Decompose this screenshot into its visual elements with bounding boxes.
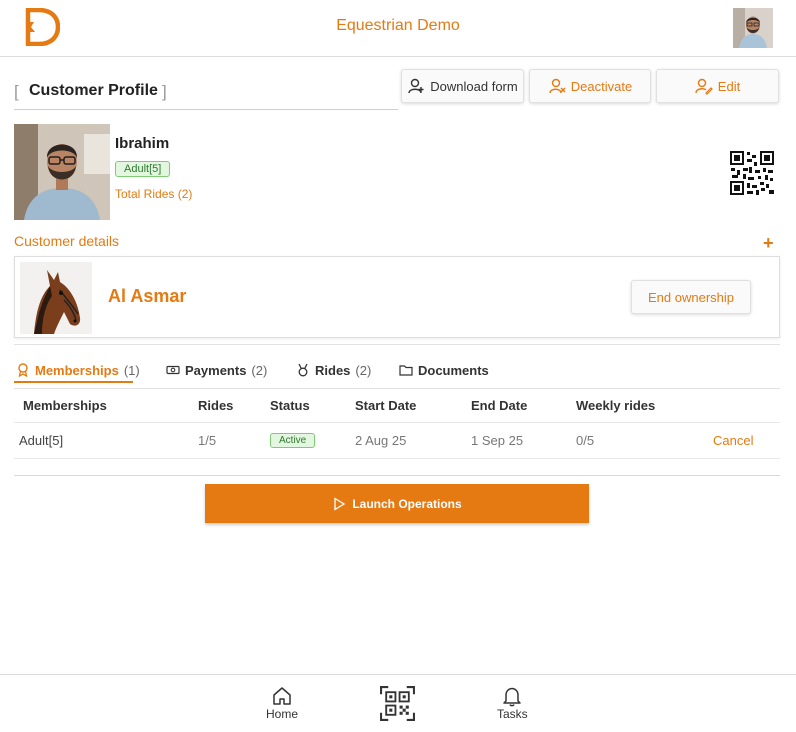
status-badge: Active bbox=[270, 433, 316, 448]
col-header-weekly-rides: Weekly rides bbox=[576, 398, 656, 413]
cell-start-date: 2 Aug 25 bbox=[355, 433, 407, 448]
customer-details-label: Customer details bbox=[14, 233, 120, 249]
folder-icon bbox=[399, 365, 413, 376]
user-x-icon bbox=[549, 78, 566, 94]
membership-badge: Adult[5] bbox=[115, 161, 171, 177]
active-tab-indicator bbox=[14, 381, 133, 383]
tab-payments[interactable]: Payments (2) bbox=[166, 356, 267, 384]
cell-membership: Adult[5] bbox=[19, 433, 64, 448]
tab-payments-label: Payments bbox=[185, 362, 247, 378]
tab-memberships[interactable]: Memberships (1) bbox=[16, 356, 140, 384]
nav-home-label: Home bbox=[266, 707, 299, 721]
total-rides-link[interactable]: Total Rides (2) bbox=[115, 187, 192, 201]
bracket-right: ] bbox=[162, 82, 167, 101]
add-button[interactable]: + bbox=[763, 233, 774, 254]
bottom-nav: Home Tasks bbox=[0, 674, 796, 732]
col-header-memberships: Memberships bbox=[23, 398, 107, 413]
tab-rides-count: (2) bbox=[355, 362, 372, 378]
bell-icon bbox=[503, 687, 522, 707]
play-icon bbox=[334, 496, 346, 511]
col-header-rides: Rides bbox=[198, 398, 234, 413]
nav-qr-scan[interactable] bbox=[379, 685, 416, 722]
horse-photo bbox=[20, 262, 92, 334]
download-form-label: Download form bbox=[430, 78, 518, 94]
tabs-divider bbox=[14, 388, 780, 389]
user-edit-icon bbox=[695, 78, 713, 95]
home-icon bbox=[273, 687, 291, 705]
edit-button[interactable]: Edit bbox=[656, 69, 779, 103]
download-form-button[interactable]: Download form bbox=[401, 69, 524, 103]
col-header-end-date: End Date bbox=[471, 398, 528, 413]
launch-operations-label: Launch Operations bbox=[352, 496, 462, 511]
user-avatar[interactable] bbox=[733, 8, 773, 48]
app-title: Equestrian Demo bbox=[336, 17, 460, 34]
qr-code-icon[interactable] bbox=[729, 150, 775, 196]
customer-photo bbox=[14, 124, 110, 220]
cell-end-date: 1 Sep 25 bbox=[471, 433, 524, 448]
edit-label: Edit bbox=[717, 78, 741, 94]
tab-payments-count: (2) bbox=[251, 362, 268, 378]
cash-icon bbox=[166, 365, 180, 375]
end-ownership-button[interactable]: End ownership bbox=[631, 280, 751, 314]
cell-rides: 1/5 bbox=[198, 433, 217, 448]
tab-memberships-count: (1) bbox=[123, 362, 140, 378]
tab-documents-label: Documents bbox=[418, 362, 489, 378]
user-plus-icon bbox=[408, 78, 424, 94]
divider bbox=[14, 475, 780, 476]
tab-rides[interactable]: Rides (2) bbox=[296, 356, 371, 384]
horse-name[interactable]: Al Asmar bbox=[108, 286, 186, 307]
launch-operations-button[interactable]: Launch Operations bbox=[205, 484, 589, 523]
cell-weekly-rides: 0/5 bbox=[576, 433, 595, 448]
col-header-start-date: Start Date bbox=[355, 398, 417, 413]
deactivate-button[interactable]: Deactivate bbox=[529, 69, 651, 103]
top-bar: Equestrian Demo bbox=[0, 0, 796, 57]
nav-home[interactable]: Home bbox=[266, 685, 298, 721]
cancel-membership-link[interactable]: Cancel bbox=[713, 433, 753, 448]
qr-scan-icon bbox=[380, 686, 415, 721]
medal-icon bbox=[298, 363, 308, 377]
tab-documents[interactable]: Documents bbox=[399, 356, 489, 384]
horse-card: Al Asmar End ownership bbox=[14, 256, 780, 338]
award-icon bbox=[18, 363, 28, 377]
table-header-divider bbox=[14, 422, 780, 423]
page-title: Customer Profile bbox=[29, 82, 158, 99]
customer-name: Ibrahim bbox=[115, 135, 170, 152]
deactivate-label: Deactivate bbox=[570, 78, 633, 94]
tab-rides-label: Rides bbox=[315, 362, 351, 378]
table-row-divider bbox=[14, 458, 780, 459]
tab-memberships-label: Memberships bbox=[35, 362, 119, 378]
bracket-left: [ bbox=[14, 82, 19, 101]
nav-tasks[interactable]: Tasks bbox=[497, 685, 528, 721]
profile-title-section: [ Customer Profile ] bbox=[14, 80, 398, 110]
nav-tasks-label: Tasks bbox=[497, 707, 528, 721]
divider bbox=[14, 344, 780, 345]
col-header-status: Status bbox=[270, 398, 310, 413]
